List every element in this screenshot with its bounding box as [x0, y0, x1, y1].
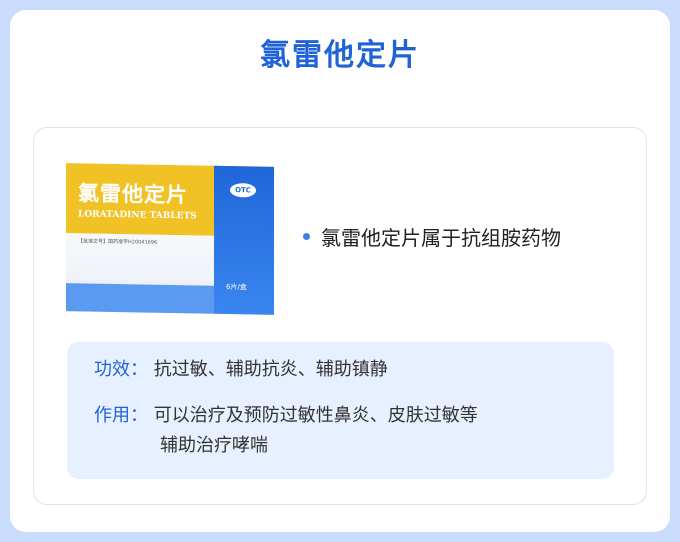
usage-row-continued: 辅助治疗哮喘 — [160, 432, 268, 460]
usage-label: 作用： — [94, 405, 148, 426]
otc-badge: OTC — [230, 183, 256, 198]
efficacy-text: 抗过敏、辅助抗炎、辅助镇静 — [153, 359, 388, 380]
fact-text: 氯雷他定片属于抗组胺药物 — [321, 226, 561, 250]
box-blue-stripe — [66, 283, 214, 314]
box-english-name: LORATADINE TABLETS — [78, 209, 197, 222]
product-box-image: 氯雷他定片 LORATADINE TABLETS 【批准文号】国药准字H2004… — [66, 163, 274, 315]
info-panel: 功效： 抗过敏、辅助抗炎、辅助镇静 作用： 可以治疗及预防过敏性鼻炎、皮肤过敏等… — [67, 342, 614, 479]
box-count: 6片/盒 — [226, 282, 247, 292]
box-product-name: 氯雷他定片 — [78, 180, 188, 208]
efficacy-row: 功效： 抗过敏、辅助抗炎、辅助镇静 — [94, 356, 388, 384]
usage-row: 作用： 可以治疗及预防过敏性鼻炎、皮肤过敏等 — [94, 402, 478, 430]
usage-text-line1: 可以治疗及预防过敏性鼻炎、皮肤过敏等 — [153, 405, 478, 426]
page-title-text: 氯雷他定片 — [260, 38, 420, 73]
fact-row: 氯雷他定片属于抗组胺药物 — [303, 222, 561, 251]
usage-text-line2: 辅助治疗哮喘 — [160, 435, 268, 456]
title-wrap: 氯雷他定片 — [0, 30, 680, 74]
page-title: 氯雷他定片 — [246, 30, 434, 74]
bullet-dot-icon — [303, 233, 310, 240]
efficacy-label: 功效： — [94, 359, 148, 380]
